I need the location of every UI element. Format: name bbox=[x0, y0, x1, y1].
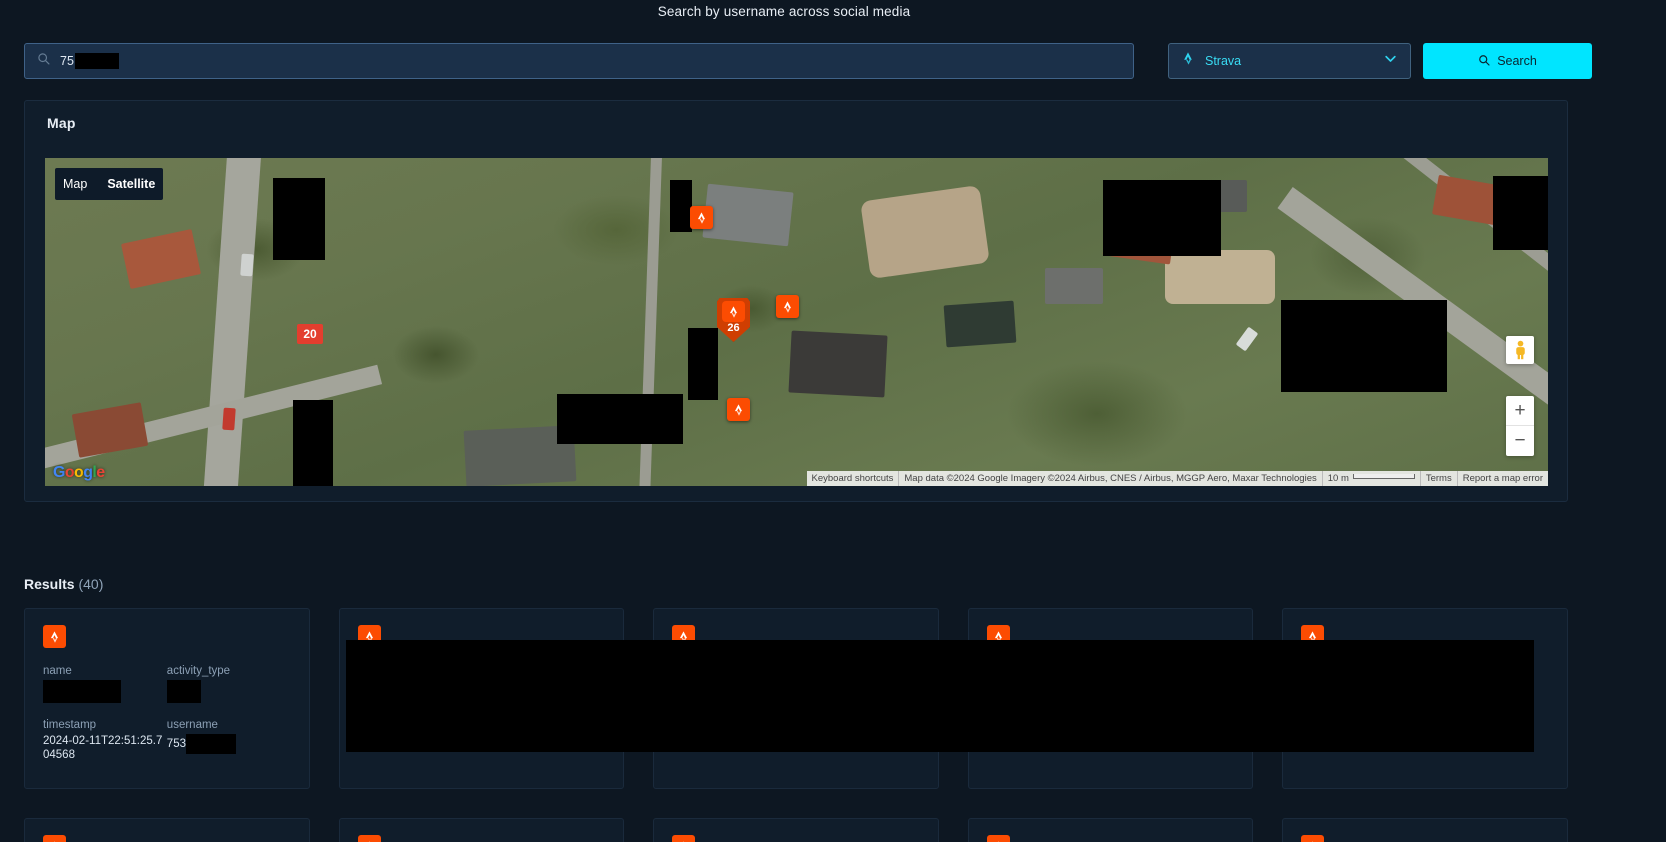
field-timestamp: timestamp 2024-02-11T22:51:25.704568 bbox=[43, 719, 167, 762]
field-label: activity_type bbox=[166, 665, 231, 677]
map-redaction bbox=[1281, 300, 1447, 392]
strava-icon bbox=[690, 206, 713, 229]
search-input[interactable]: 75 bbox=[24, 43, 1134, 79]
strava-icon bbox=[722, 301, 745, 322]
map-attribution-bar: Keyboard shortcuts Map data ©2024 Google… bbox=[806, 471, 1548, 486]
zoom-out-button[interactable]: − bbox=[1506, 426, 1534, 456]
result-card[interactable] bbox=[653, 818, 939, 842]
result-card-fields: name activity_type timestamp 2024-02-11T… bbox=[43, 665, 291, 762]
report-map-error-link[interactable]: Report a map error bbox=[1456, 471, 1548, 486]
strava-icon bbox=[672, 835, 696, 842]
google-logo: Google bbox=[53, 464, 105, 481]
field-value-redaction bbox=[166, 680, 201, 703]
map-redaction bbox=[557, 394, 683, 444]
results-heading-label: Results bbox=[24, 576, 75, 592]
field-value: 2024-02-11T22:51:25.704568 bbox=[43, 735, 163, 761]
map-marker-strava[interactable] bbox=[690, 206, 713, 229]
map-panel-title: Map bbox=[47, 115, 76, 131]
map-marker-count: 26 bbox=[727, 322, 740, 334]
map-redaction bbox=[688, 328, 718, 400]
strava-icon bbox=[776, 295, 799, 318]
map-marker-count: 20 bbox=[297, 324, 323, 344]
results-heading: Results (40) bbox=[24, 576, 103, 592]
result-card[interactable] bbox=[967, 818, 1254, 842]
search-input-text: 75 bbox=[60, 54, 74, 68]
street-view-pegman-icon[interactable] bbox=[1506, 336, 1534, 364]
chevron-down-icon bbox=[1383, 51, 1398, 71]
search-toolbar: 75 Strava Search bbox=[24, 43, 1592, 79]
field-value-redaction bbox=[43, 680, 121, 703]
field-label: timestamp bbox=[43, 719, 97, 731]
field-username: username 753 bbox=[167, 719, 291, 762]
map-zoom-controls[interactable]: + − bbox=[1506, 396, 1534, 456]
map-scale-bar bbox=[1352, 474, 1415, 479]
map-redaction bbox=[293, 400, 333, 486]
provider-select-label: Strava bbox=[1205, 54, 1242, 68]
search-input-value: 75 bbox=[60, 53, 119, 69]
strava-icon bbox=[727, 398, 750, 421]
search-button-label: Search bbox=[1497, 54, 1537, 68]
strava-icon bbox=[43, 625, 66, 648]
field-value: 753 bbox=[167, 734, 291, 754]
map-marker-cluster-strava[interactable]: 26 bbox=[717, 298, 750, 342]
map-panel: Map Map Satellite 20 26 + − Google Keybo… bbox=[24, 100, 1568, 502]
map-scale: 10 m bbox=[1321, 471, 1420, 486]
strava-icon bbox=[357, 835, 381, 842]
map-type-toggle[interactable]: Map Satellite bbox=[55, 168, 164, 200]
field-name: name bbox=[43, 665, 167, 708]
map-data-attribution: Map data ©2024 Google Imagery ©2024 Airb… bbox=[898, 471, 1321, 486]
field-label: username bbox=[166, 719, 218, 731]
map-scale-label: 10 m bbox=[1327, 473, 1349, 484]
map-redaction bbox=[273, 178, 325, 260]
terms-link[interactable]: Terms bbox=[1419, 471, 1457, 486]
map-marker-strava[interactable] bbox=[727, 398, 750, 421]
page-title: Search by username across social media bbox=[657, 4, 911, 19]
search-value-redaction bbox=[74, 53, 119, 69]
map-type-map[interactable]: Map bbox=[63, 177, 87, 191]
results-redaction-overlay bbox=[346, 640, 1534, 752]
map-canvas[interactable]: Map Satellite 20 26 + − Google Keyboard … bbox=[45, 158, 1548, 486]
map-marker-strava[interactable] bbox=[776, 295, 799, 318]
result-card[interactable]: name activity_type timestamp 2024-02-11T… bbox=[24, 608, 310, 789]
results-count: (40) bbox=[78, 576, 104, 592]
search-icon bbox=[37, 52, 50, 70]
strava-icon bbox=[1181, 51, 1195, 71]
result-card[interactable] bbox=[1282, 818, 1568, 842]
keyboard-shortcuts-link[interactable]: Keyboard shortcuts bbox=[807, 471, 899, 486]
field-value-text: 753 bbox=[166, 738, 186, 750]
map-marker-cluster-red[interactable]: 20 bbox=[297, 324, 323, 344]
field-value-redaction bbox=[185, 734, 236, 754]
field-activity-type: activity_type bbox=[166, 665, 291, 708]
search-button[interactable]: Search bbox=[1423, 43, 1592, 79]
field-label: name bbox=[43, 665, 72, 677]
map-redaction bbox=[1493, 176, 1548, 250]
app-root: Search by username across social media 7… bbox=[0, 0, 1666, 842]
map-redaction bbox=[670, 180, 692, 232]
map-redaction bbox=[1103, 180, 1221, 256]
provider-select[interactable]: Strava bbox=[1168, 43, 1411, 79]
strava-icon bbox=[1301, 835, 1325, 842]
strava-icon bbox=[43, 835, 66, 842]
result-card[interactable] bbox=[338, 818, 625, 842]
strava-icon bbox=[986, 835, 1010, 842]
map-type-satellite[interactable]: Satellite bbox=[107, 177, 155, 191]
result-card[interactable] bbox=[24, 818, 310, 842]
zoom-in-button[interactable]: + bbox=[1506, 396, 1534, 426]
search-icon bbox=[1478, 54, 1490, 69]
